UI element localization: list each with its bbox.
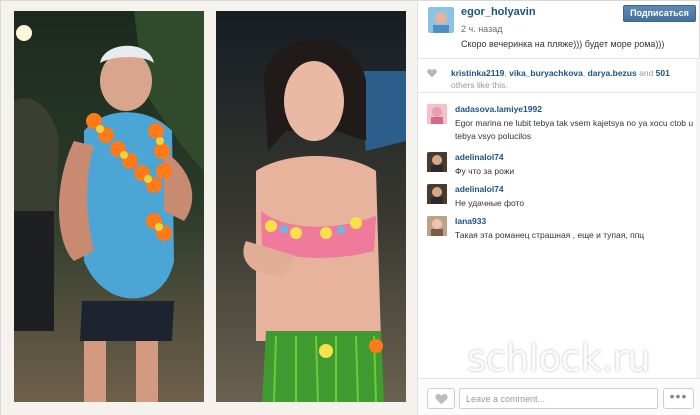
commenter-username[interactable]: adelinalol74 — [455, 184, 504, 194]
comment-footer: ••• — [418, 378, 700, 415]
likes-section: kristinka2119, vika_buryachkova, darya.b… — [418, 59, 700, 93]
comment-text: Фу что за рожи — [455, 166, 515, 176]
likes-count[interactable]: 501 — [656, 68, 670, 78]
likes-suffix: others like this. — [451, 80, 508, 90]
comment-text: Egor marina ne lubit tebya tak vsem kaje… — [455, 118, 694, 141]
commenter-username[interactable]: dadasova.lamiye1992 — [455, 104, 542, 114]
likes-and: and — [639, 68, 654, 78]
comments-list: dadasova.lamiye1992 Egor marina ne lubit… — [418, 94, 700, 378]
more-options-button[interactable]: ••• — [663, 388, 694, 409]
liker-link[interactable]: darya.bezus — [588, 68, 637, 78]
liker-link[interactable]: vika_buryachkova — [509, 68, 583, 78]
post-caption: Скоро вечеринка на пляже))) будет море р… — [461, 39, 665, 49]
likes-text: kristinka2119, vika_buryachkova, darya.b… — [451, 68, 670, 90]
commenter-username[interactable]: adelinalol74 — [455, 152, 504, 162]
post-header: egor_holyavin 2 ч. назад Скоро вечеринка… — [418, 1, 700, 59]
comment-text: Такая эта романец страшная , еще и тупая… — [455, 230, 645, 240]
liker-link[interactable]: kristinka2119 — [451, 68, 504, 78]
author-username[interactable]: egor_holyavin — [461, 6, 536, 18]
comment-input[interactable] — [459, 388, 658, 409]
photo-panel — [1, 1, 418, 415]
post-timestamp: 2 ч. назад — [461, 24, 503, 34]
post-modal: schlock.ru egor_holyavin 2 ч. назад Скор… — [0, 0, 700, 415]
commenter-avatar[interactable] — [427, 184, 453, 210]
ellipsis-icon: ••• — [669, 388, 688, 404]
post-side-panel: egor_holyavin 2 ч. назад Скоро вечеринка… — [418, 1, 700, 415]
comments-scrollbar[interactable] — [696, 59, 700, 379]
follow-button[interactable]: Подписаться — [623, 5, 696, 22]
commenter-username[interactable]: lana933 — [455, 216, 486, 226]
like-button[interactable] — [427, 388, 455, 409]
comment-text: Не удачные фото — [455, 198, 525, 208]
post-photo-right — [216, 11, 406, 402]
heart-icon — [435, 393, 448, 405]
heart-icon — [427, 69, 437, 78]
post-photo-left — [14, 11, 204, 402]
author-avatar[interactable] — [428, 7, 454, 33]
commenter-avatar[interactable] — [427, 104, 453, 130]
commenter-avatar[interactable] — [427, 152, 453, 178]
commenter-avatar[interactable] — [427, 216, 453, 242]
